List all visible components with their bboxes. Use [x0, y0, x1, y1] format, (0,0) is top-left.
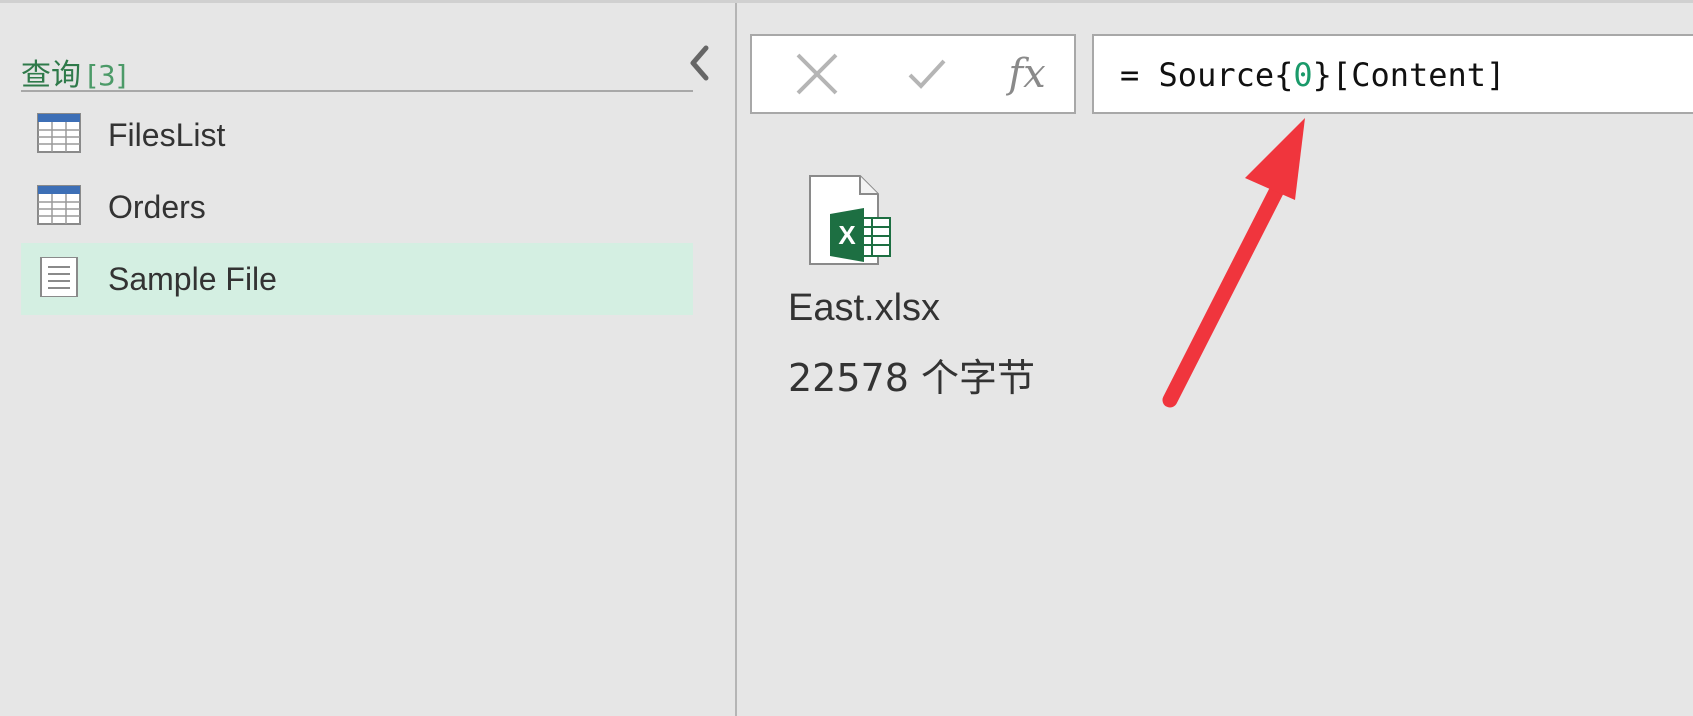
close-icon: [796, 53, 838, 95]
query-item-label: Orders: [108, 188, 206, 225]
query-list: FilesList Orders Sample File: [21, 99, 693, 315]
queries-count: [3]: [87, 59, 127, 92]
query-item-label: FilesList: [108, 116, 226, 153]
file-size: 22578 个字节: [788, 356, 1035, 400]
query-item-sample-file[interactable]: Sample File: [21, 243, 693, 315]
document-icon: [40, 257, 78, 297]
formula-prefix: = Source{: [1120, 56, 1294, 94]
query-item-fileslist[interactable]: FilesList: [21, 99, 693, 171]
checkmark-icon: [908, 59, 946, 89]
collapse-pane-button[interactable]: [682, 43, 716, 83]
formula-controls: fx: [750, 34, 1076, 114]
excel-file-icon[interactable]: X: [802, 174, 892, 266]
svg-text:X: X: [838, 220, 856, 250]
pane-divider[interactable]: [735, 3, 737, 716]
queries-pane-header: 查询 [3]: [21, 50, 693, 94]
insert-function-button[interactable]: fx: [1002, 36, 1052, 112]
queries-title-label: 查询: [21, 58, 81, 93]
queries-pane-title: 查询 [3]: [21, 50, 127, 94]
binary-preview: X East.xlsx 22578 个字节: [788, 172, 1088, 402]
formula-index: 0: [1293, 56, 1313, 94]
chevron-left-icon: [690, 45, 709, 81]
queries-pane: 查询 [3] FilesList Orders Sample File: [0, 3, 735, 716]
cancel-button[interactable]: [790, 36, 844, 112]
query-item-orders[interactable]: Orders: [21, 171, 693, 243]
query-item-label: Sample File: [108, 260, 277, 297]
formula-suffix: }[Content]: [1312, 56, 1506, 94]
formula-text: = Source{0}[Content]: [1120, 56, 1505, 94]
file-name: East.xlsx: [788, 287, 941, 329]
formula-input[interactable]: = Source{0}[Content]: [1092, 34, 1693, 114]
table-icon: [37, 113, 81, 153]
commit-button[interactable]: [902, 36, 952, 112]
table-icon: [37, 185, 81, 225]
